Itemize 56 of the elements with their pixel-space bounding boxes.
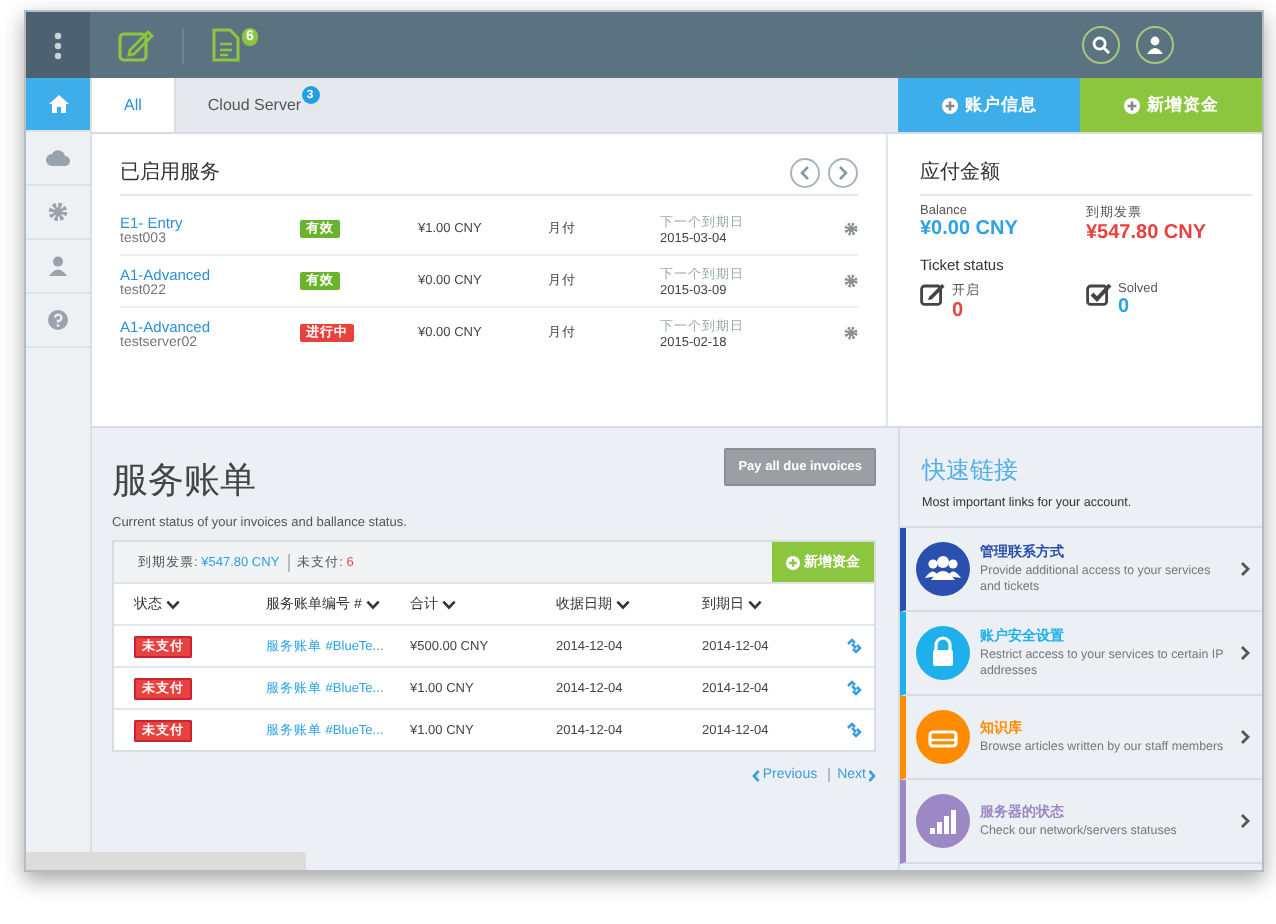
link-icon[interactable] <box>846 638 862 654</box>
balance-amount: ¥0.00 CNY <box>920 218 1020 240</box>
gear-icon <box>48 202 68 222</box>
action-button[interactable]: 账户信息 <box>898 78 1080 132</box>
help-icon <box>48 310 68 330</box>
chevron-down-icon <box>365 599 380 609</box>
section-title: 已启用服务 <box>120 159 220 186</box>
plus-icon <box>1123 97 1139 113</box>
invoices-title: 服务账单 <box>112 458 258 504</box>
quick-links-title: 快速链接 <box>919 454 1020 488</box>
chevron-right-icon <box>1240 646 1250 660</box>
search-icon <box>1092 36 1110 54</box>
ticket-count: 0 <box>952 300 966 322</box>
checkbox-icon <box>1086 282 1112 306</box>
icon-circle <box>916 542 970 596</box>
plus-icon <box>941 97 957 113</box>
icon-circle <box>916 626 970 680</box>
cloud-icon <box>46 150 70 166</box>
action-button[interactable]: 新增资金 <box>1080 78 1262 132</box>
chevron-right-icon <box>1240 562 1250 576</box>
previous-button[interactable] <box>790 157 820 187</box>
chevron-down-icon <box>166 599 180 609</box>
gear-icon[interactable] <box>844 326 858 340</box>
tab[interactable]: All <box>92 78 176 132</box>
chevron-left-icon <box>752 769 761 781</box>
chevron-right-icon <box>1240 730 1250 744</box>
icon-circle <box>916 710 970 764</box>
chevron-left-icon <box>800 165 810 179</box>
sidebar-item[interactable] <box>26 78 90 132</box>
home-icon <box>47 94 69 114</box>
link-icon[interactable] <box>846 680 862 696</box>
next-button[interactable] <box>828 157 858 187</box>
edit-icon[interactable] <box>118 29 154 61</box>
section-title: 应付金额 <box>920 159 1000 186</box>
horizontal-scrollbar[interactable] <box>26 852 306 870</box>
chevron-right-icon <box>868 769 876 781</box>
document-icon[interactable] <box>212 28 240 62</box>
plus-icon <box>786 555 800 569</box>
chevron-right-icon <box>838 165 848 179</box>
menu-button[interactable] <box>26 12 90 78</box>
chevron-right-icon <box>1240 814 1250 828</box>
link-icon[interactable] <box>846 722 862 738</box>
due-amount: ¥547.80 CNY <box>1086 222 1209 244</box>
ticket-count: 0 <box>1118 296 1132 318</box>
menu-icon <box>54 31 62 59</box>
search-button[interactable] <box>1082 26 1120 64</box>
icon-circle <box>916 794 970 848</box>
gear-icon[interactable] <box>844 222 858 236</box>
gear-icon[interactable] <box>844 274 858 288</box>
chevron-down-icon <box>442 599 456 609</box>
user-icon <box>48 256 68 276</box>
user-button[interactable] <box>1136 26 1174 64</box>
user-icon <box>1146 36 1164 54</box>
edit-icon <box>920 282 946 306</box>
chevron-down-icon <box>616 599 630 609</box>
chevron-down-icon <box>748 599 762 609</box>
